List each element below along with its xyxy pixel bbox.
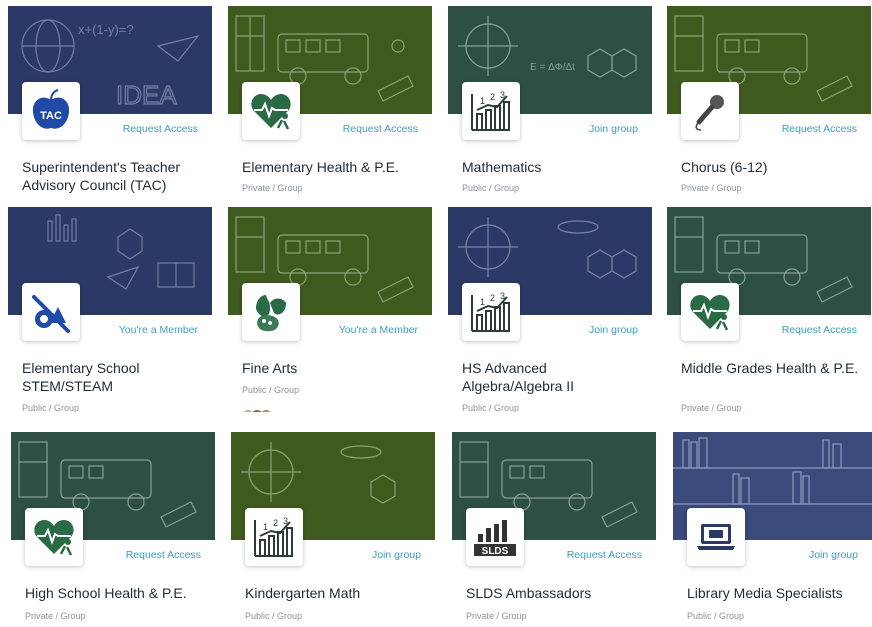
group-meta: Public / Group <box>687 611 745 621</box>
request-access-link[interactable]: Request Access <box>126 549 201 561</box>
member-avatars <box>242 409 302 412</box>
group-meta: Private / Group <box>466 611 527 621</box>
math-chart-icon: 123 <box>462 82 520 140</box>
math-chart-icon: 123 <box>462 283 520 341</box>
svg-text:1: 1 <box>480 96 485 106</box>
request-access-link[interactable]: Request Access <box>782 123 857 135</box>
member-status-link[interactable]: You're a Member <box>119 324 198 336</box>
microphone-icon <box>681 82 739 140</box>
group-title[interactable]: Library Media Specialists <box>687 584 867 602</box>
group-title[interactable]: Superintendent's Teacher Advisory Counci… <box>22 158 202 194</box>
svg-text:IDEA: IDEA <box>116 80 177 110</box>
group-title[interactable]: Kindergarten Math <box>245 584 425 602</box>
join-group-link[interactable]: Join group <box>372 549 421 561</box>
svg-text:2: 2 <box>490 293 495 303</box>
svg-text:E = ΔΦ/Δt: E = ΔΦ/Δt <box>530 62 575 73</box>
svg-text:SLDS: SLDS <box>482 546 509 557</box>
group-title[interactable]: Mathematics <box>462 158 642 176</box>
group-card[interactable]: Request Access Chorus (6-12) Private / G… <box>667 6 871 196</box>
request-access-link[interactable]: Request Access <box>123 123 198 135</box>
heart-runner-icon <box>242 82 300 140</box>
heart-runner-icon <box>25 508 83 566</box>
group-card[interactable]: E = ΔΦ/Δt 123 Join group Mathematics Pub… <box>448 6 652 196</box>
svg-text:3: 3 <box>283 516 288 526</box>
group-title[interactable]: Elementary School STEM/STEAM <box>22 359 202 395</box>
group-meta: Public / Group <box>22 403 80 412</box>
group-card[interactable]: IDEA x+(1-y)=? TAC Request Access Superi… <box>8 6 212 196</box>
group-title[interactable]: HS Advanced Algebra/Algebra II <box>462 359 642 395</box>
request-access-link[interactable]: Request Access <box>782 324 857 336</box>
svg-text:2: 2 <box>273 518 278 528</box>
group-meta: Private / Group <box>681 183 742 193</box>
group-meta: Public / Group <box>462 183 520 193</box>
group-card[interactable]: SLDS Request Access SLDS Ambassadors Pri… <box>452 432 656 627</box>
group-meta: Private / Group <box>242 183 303 193</box>
group-title[interactable]: SLDS Ambassadors <box>466 584 646 602</box>
group-card[interactable]: You're a Member Fine Arts Public / Group <box>228 207 432 412</box>
group-title[interactable]: Chorus (6-12) <box>681 158 861 176</box>
svg-text:TAC: TAC <box>40 110 62 122</box>
group-meta: Public / Group <box>245 611 303 621</box>
svg-text:x+(1-y)=?: x+(1-y)=? <box>78 22 134 37</box>
stem-tools-icon <box>22 283 80 341</box>
group-meta: Public / Group <box>242 385 300 395</box>
group-meta: Public / Group <box>462 403 520 412</box>
group-card[interactable]: You're a Member Elementary School STEM/S… <box>8 207 212 412</box>
group-title[interactable]: Fine Arts <box>242 359 422 377</box>
join-group-link[interactable]: Join group <box>589 123 638 135</box>
group-title[interactable]: High School Health & P.E. <box>25 584 205 602</box>
group-meta: Private / Group <box>25 611 86 621</box>
group-card[interactable]: Request Access High School Health & P.E.… <box>11 432 215 627</box>
group-meta: Private / Group <box>681 403 742 412</box>
join-group-link[interactable]: Join group <box>809 549 858 561</box>
heart-runner-icon <box>681 283 739 341</box>
group-title[interactable]: Middle Grades Health & P.E. <box>681 359 861 377</box>
svg-text:1: 1 <box>480 297 485 307</box>
group-title[interactable]: Elementary Health & P.E. <box>242 158 422 176</box>
group-card[interactable]: Request Access Elementary Health & P.E. … <box>228 6 432 196</box>
group-card[interactable]: 123 Join group HS Advanced Algebra/Algeb… <box>448 207 652 412</box>
member-status-link[interactable]: You're a Member <box>339 324 418 336</box>
laptop-library-icon <box>687 508 745 566</box>
join-group-link[interactable]: Join group <box>589 324 638 336</box>
math-chart-icon: 123 <box>245 508 303 566</box>
group-card[interactable]: 123 Join group Kindergarten Math Public … <box>231 432 435 627</box>
arts-masks-icon <box>242 283 300 341</box>
group-card[interactable]: Request Access Middle Grades Health & P.… <box>667 207 871 412</box>
svg-text:3: 3 <box>500 291 505 301</box>
request-access-link[interactable]: Request Access <box>567 549 642 561</box>
svg-text:3: 3 <box>500 90 505 100</box>
group-card[interactable]: Join group Library Media Specialists Pub… <box>673 432 872 627</box>
request-access-link[interactable]: Request Access <box>343 123 418 135</box>
slds-logo-icon: SLDS <box>466 508 524 566</box>
svg-text:1: 1 <box>263 522 268 532</box>
svg-text:2: 2 <box>490 92 495 102</box>
apple-tac-icon: TAC <box>22 82 80 140</box>
